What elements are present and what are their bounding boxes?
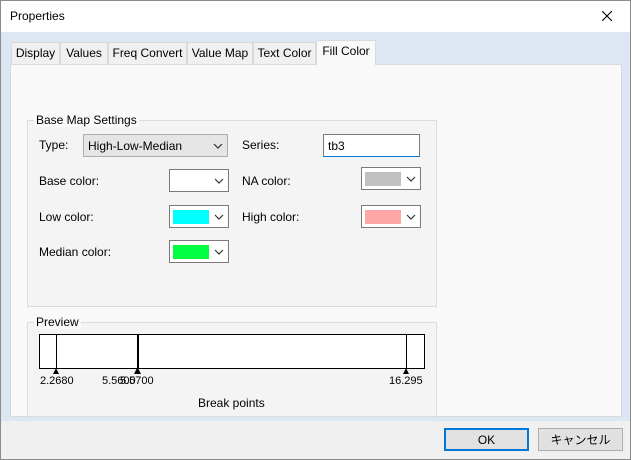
type-value: High-Low-Median [88, 139, 183, 153]
break-point-label: 5.5700 [120, 375, 154, 387]
base-map-settings-title: Base Map Settings [34, 113, 139, 127]
preview-bar [39, 334, 425, 369]
preview-group: Preview 2.2680 5.5600 5.5700 16.295 Brea… [27, 315, 437, 417]
series-value: tb3 [328, 139, 345, 153]
tab-display[interactable]: Display [11, 42, 60, 64]
fill-color-panel: Base Map Settings Type: High-Low-Median … [10, 64, 622, 417]
low-color-picker[interactable] [169, 205, 229, 228]
break-point-label: 16.295 [389, 375, 423, 387]
tab-value-map[interactable]: Value Map [187, 42, 253, 64]
break-point-marker [403, 368, 409, 374]
low-color-swatch [173, 210, 209, 224]
median-color-label: Median color: [39, 245, 112, 259]
series-label: Series: [242, 138, 280, 152]
title-bar: Properties [1, 1, 630, 32]
median-color-swatch [173, 245, 209, 259]
median-color-picker[interactable] [169, 240, 229, 263]
type-label: Type: [39, 138, 69, 152]
properties-dialog: Properties Display Values Freq Convert V… [0, 0, 631, 460]
preview-title: Preview [34, 315, 81, 329]
low-color-label: Low color: [39, 210, 94, 224]
base-color-picker[interactable] [169, 169, 229, 192]
chevron-down-icon [214, 178, 224, 184]
na-color-swatch [365, 172, 401, 186]
break-point-line [406, 335, 407, 368]
na-color-label: NA color: [242, 174, 291, 188]
base-map-settings-group: Base Map Settings Type: High-Low-Median … [27, 113, 437, 307]
base-color-swatch [173, 174, 209, 188]
chevron-down-icon [406, 176, 416, 182]
close-button[interactable] [584, 1, 630, 31]
cancel-button[interactable]: キャンセル [538, 428, 623, 451]
high-color-label: High color: [242, 210, 300, 224]
close-icon [602, 11, 612, 21]
break-point-marker [135, 368, 141, 374]
dialog-client: Display Values Freq Convert Value Map Te… [1, 32, 630, 459]
window-title: Properties [10, 9, 65, 23]
button-bar: OK キャンセル [1, 421, 630, 459]
base-color-label: Base color: [39, 174, 100, 188]
tab-values[interactable]: Values [60, 42, 108, 64]
na-color-picker[interactable] [361, 167, 421, 190]
tab-area: Display Values Freq Convert Value Map Te… [1, 32, 630, 421]
series-input[interactable]: tb3 [323, 134, 420, 157]
high-color-picker[interactable] [361, 205, 421, 228]
ok-button[interactable]: OK [444, 428, 529, 451]
type-select[interactable]: High-Low-Median [83, 134, 228, 157]
break-point-line [56, 335, 57, 368]
break-point-label: 2.2680 [40, 375, 74, 387]
chevron-down-icon [214, 214, 224, 220]
chevron-down-icon [214, 249, 224, 255]
break-points-caption: Break points [198, 396, 265, 410]
tab-fill-color[interactable]: Fill Color [316, 40, 376, 65]
break-point-line [138, 335, 139, 368]
tab-freq-convert[interactable]: Freq Convert [108, 42, 187, 64]
break-point-marker [53, 368, 59, 374]
chevron-down-icon [213, 143, 223, 149]
tab-text-color[interactable]: Text Color [253, 42, 316, 64]
chevron-down-icon [406, 214, 416, 220]
high-color-swatch [365, 210, 401, 224]
